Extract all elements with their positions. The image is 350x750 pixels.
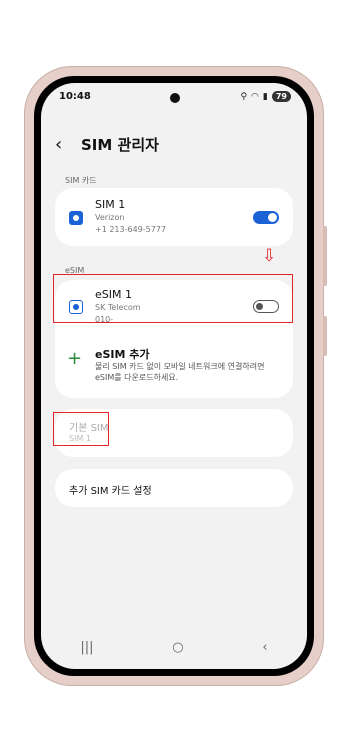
sim-icon: [69, 211, 83, 225]
nav-back-icon[interactable]: ‹: [262, 640, 267, 655]
sim1-title: SIM 1: [95, 198, 126, 211]
additional-sim-settings-card[interactable]: 추가 SIM 카드 설정: [55, 469, 293, 507]
navigation-bar: ||| ○ ‹: [41, 635, 307, 659]
add-esim-description-line2: eSIM를 다운로드하세요.: [95, 373, 179, 382]
recent-apps-icon[interactable]: |||: [80, 640, 93, 655]
down-arrow-icon: ⇩: [262, 246, 277, 266]
phone-frame: 10:48 ⚲ ◠ ▮ 79 ‹ SIM 관리자 SIM 카드 SIM 1 Ve…: [24, 66, 327, 686]
plus-icon: +: [67, 348, 83, 369]
default-sim-highlight-box: [53, 412, 109, 446]
esim1-highlight-box: [53, 274, 293, 323]
add-esim-title: eSIM 추가: [95, 348, 150, 361]
battery-icon: 79: [271, 91, 291, 102]
phone-screen: 10:48 ⚲ ◠ ▮ 79 ‹ SIM 관리자 SIM 카드 SIM 1 Ve…: [34, 76, 314, 676]
add-esim-description-line1: 물리 SIM 카드 없이 모바일 네트워크에 연결하려면: [95, 362, 265, 371]
wifi-icon: ◠: [251, 91, 259, 102]
power-button: [323, 316, 327, 356]
page-title: SIM 관리자: [81, 135, 159, 154]
status-time: 10:48: [59, 91, 91, 102]
back-icon[interactable]: ‹: [55, 134, 75, 155]
signal-icon: ▮: [262, 91, 268, 102]
display: 10:48 ⚲ ◠ ▮ 79 ‹ SIM 관리자 SIM 카드 SIM 1 Ve…: [41, 83, 307, 669]
sim1-toggle[interactable]: [253, 211, 279, 224]
location-icon: ⚲: [240, 91, 248, 102]
sim1-carrier: Verizon: [95, 213, 125, 222]
add-esim-row[interactable]: + eSIM 추가 물리 SIM 카드 없이 모바일 네트워크에 연결하려면 e…: [55, 338, 293, 394]
section-label-sim-card: SIM 카드: [65, 176, 97, 185]
sim1-number: +1 213-649-5777: [95, 225, 167, 234]
additional-sim-settings-title: 추가 SIM 카드 설정: [69, 486, 152, 497]
status-icons: ⚲ ◠ ▮ 79: [240, 91, 291, 102]
header: ‹ SIM 관리자: [55, 133, 293, 155]
home-icon[interactable]: ○: [172, 640, 183, 655]
volume-button: [323, 226, 327, 286]
status-bar: 10:48 ⚲ ◠ ▮ 79: [59, 89, 291, 105]
sim1-card[interactable]: SIM 1 Verizon +1 213-649-5777: [55, 188, 293, 246]
front-camera: [170, 93, 180, 103]
